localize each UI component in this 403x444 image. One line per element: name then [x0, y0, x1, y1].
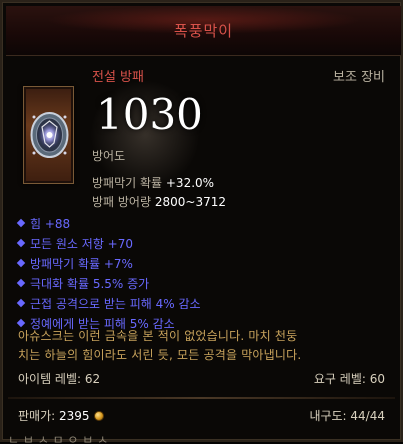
block-amount-line: 방패 방어량 2800~3712 — [92, 193, 226, 210]
item-tooltip: 폭풍막이 전설 방패 보조 장비 1030 방어도 방패막기 확률 +32.0%… — [0, 0, 403, 444]
affix-item: 근접 공격으로 받는 피해 4% 감소 — [16, 295, 201, 312]
diamond-bullet-icon — [16, 278, 26, 288]
durability: 내구도: 44/44 — [309, 409, 385, 423]
affix-item: 방패막기 확률 +7% — [16, 255, 133, 272]
armor-value: 1030 — [96, 90, 203, 139]
tooltip-footer: 판매가: 2395 내구도: 44/44 — [18, 407, 385, 425]
diamond-bullet-icon — [16, 238, 26, 248]
affix-item: 모든 원소 저항 +70 — [16, 235, 133, 252]
block-chance-label: 방패막기 확률 — [92, 176, 166, 190]
required-level: 요구 레벨: 60 — [313, 372, 385, 386]
item-level: 아이템 레벨: 62 — [18, 372, 101, 386]
flavor-line-1: 아슈스크는 이런 금속을 본 적이 없었습니다. 마치 천둥 — [18, 329, 298, 343]
sell-price: 판매가: 2395 — [18, 407, 104, 424]
tooltip-title-bar: 폭풍막이 — [6, 6, 401, 56]
footer-divider — [8, 397, 395, 399]
block-amount-value: 2800~3712 — [154, 195, 226, 209]
affix-item: 힘 +88 — [16, 215, 70, 232]
diamond-bullet-icon — [16, 298, 26, 308]
shield-icon — [30, 112, 69, 158]
affix-item: 극대화 확률 5.5% 증가 — [16, 275, 149, 292]
diamond-bullet-icon — [16, 318, 26, 328]
sell-value: 2395 — [58, 409, 90, 423]
diamond-bullet-icon — [16, 218, 26, 228]
diamond-bullet-icon — [16, 258, 26, 268]
item-name: 폭풍막이 — [173, 22, 234, 40]
armor-label: 방어도 — [92, 149, 126, 163]
block-chance-value: +32.0% — [165, 176, 215, 190]
flavor-line-2: 치는 하늘의 힘이라도 서린 듯, 모든 공격을 막아냅니다. — [18, 348, 302, 362]
item-slot: 보조 장비 — [333, 70, 385, 85]
block-amount-label: 방패 방어량 — [92, 195, 155, 209]
block-chance-line: 방패막기 확률 +32.0% — [92, 174, 214, 191]
sell-label: 판매가: — [18, 409, 59, 423]
item-icon-frame — [23, 86, 74, 184]
cut-off-text: ㄴ ㅂ ㅅ ㅁ ㅇ ㅂ ㅅ — [8, 434, 109, 444]
level-requirements: 아이템 레벨: 62 요구 레벨: 60 — [18, 370, 385, 388]
gold-coin-icon — [93, 411, 104, 421]
